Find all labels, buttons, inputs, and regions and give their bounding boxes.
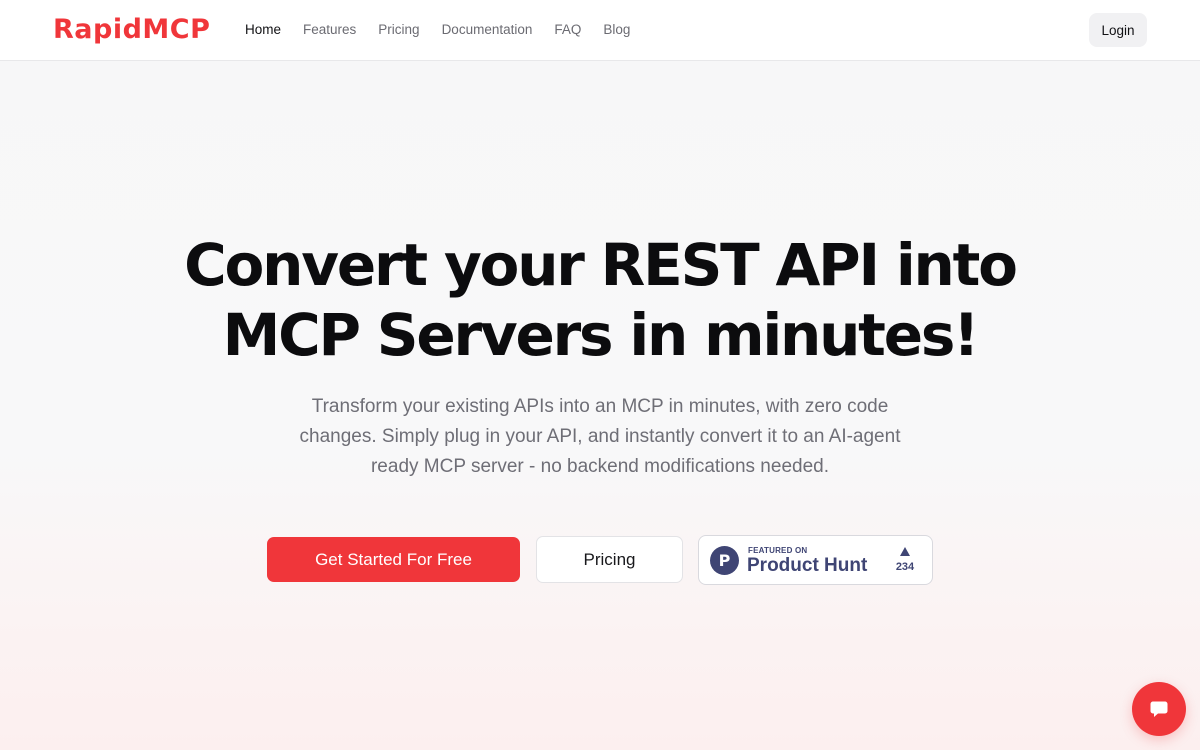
nav-pricing[interactable]: Pricing xyxy=(378,21,419,39)
nav-features[interactable]: Features xyxy=(303,21,356,39)
product-hunt-badge[interactable]: P FEATURED ON Product Hunt 234 xyxy=(698,535,933,585)
main-nav: Home Features Pricing Documentation FAQ … xyxy=(245,21,652,39)
site-header: RapidMCP Home Features Pricing Documenta… xyxy=(0,0,1200,61)
upvote-count: 234 xyxy=(895,561,915,573)
get-started-button[interactable]: Get Started For Free xyxy=(267,537,520,582)
product-hunt-logo-icon: P xyxy=(710,546,739,575)
product-hunt-name: Product Hunt xyxy=(747,555,868,576)
landing-page: RapidMCP Home Features Pricing Documenta… xyxy=(0,0,1200,750)
nav-blog[interactable]: Blog xyxy=(603,21,630,39)
chat-button[interactable] xyxy=(1132,682,1186,736)
hero-title: Convert your REST API into MCP Servers i… xyxy=(0,230,1200,370)
product-hunt-featured-label: FEATURED ON xyxy=(748,546,808,555)
hero-title-line-1: Convert your REST API into xyxy=(184,231,1018,299)
logo[interactable]: RapidMCP xyxy=(53,14,210,46)
chat-bubble-icon xyxy=(1150,701,1168,717)
hero-subtitle: Transform your existing APIs into an MCP… xyxy=(299,396,901,477)
login-button[interactable]: Login xyxy=(1089,13,1147,47)
nav-faq[interactable]: FAQ xyxy=(554,21,581,39)
nav-documentation[interactable]: Documentation xyxy=(442,21,533,39)
pricing-button[interactable]: Pricing xyxy=(536,536,683,583)
hero-title-line-2: MCP Servers in minutes! xyxy=(222,301,980,369)
nav-home[interactable]: Home xyxy=(245,21,281,39)
upvote-arrow-icon xyxy=(900,547,910,556)
